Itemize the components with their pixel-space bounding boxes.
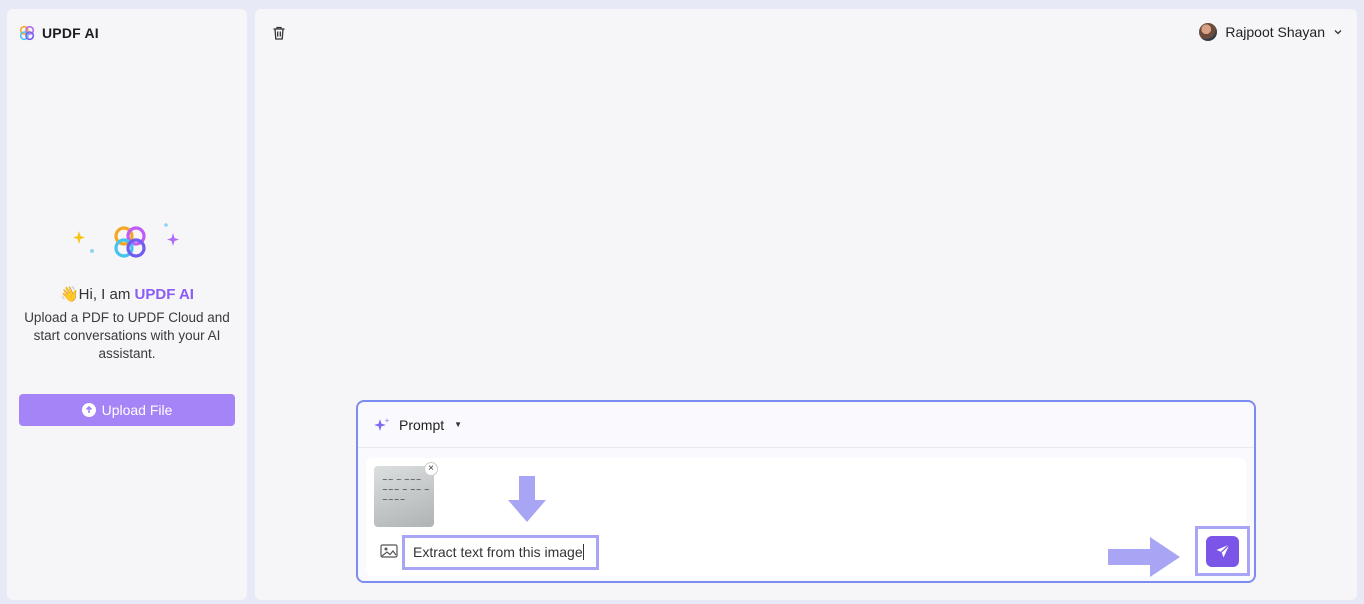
updf-logo-icon (19, 25, 35, 41)
thumbnail-scribble: ~~~~ (382, 496, 406, 504)
hero-logo (67, 217, 187, 267)
trash-icon (273, 26, 285, 40)
thumbnail-scribble: ~~ ~ ~~~ (382, 476, 422, 484)
send-icon (1216, 544, 1230, 558)
message-input[interactable]: Extract text from this image (402, 535, 599, 570)
arrow-down-icon (508, 476, 546, 522)
upload-file-label: Upload File (101, 402, 173, 418)
clear-chat-button[interactable] (271, 25, 287, 46)
prompt-label: Prompt (399, 416, 445, 433)
text-cursor (582, 544, 584, 560)
user-name: Rajpoot Shayan (1225, 24, 1325, 40)
chat-composer: Prompt ▼ ~~ ~ ~~~ ~~~ ~ ~~ ~ ~~~~ × Extr… (356, 400, 1256, 583)
send-button-highlight (1195, 526, 1250, 576)
upload-file-button[interactable]: Upload File (19, 394, 235, 426)
send-button[interactable] (1206, 535, 1239, 567)
chevron-down-icon (1334, 30, 1342, 35)
arrow-right-icon (1108, 537, 1180, 577)
main-panel: Rajpoot Shayan Prompt ▼ ~~ ~ ~~~ ~~~ ~ ~… (255, 9, 1357, 600)
sparkle-icon (374, 417, 390, 431)
brand-name: UPDF AI (42, 25, 99, 41)
close-icon: × (428, 463, 434, 474)
greeting-highlight: UPDF AI (134, 286, 194, 303)
image-icon (380, 544, 398, 558)
remove-image-button[interactable]: × (424, 462, 438, 476)
attached-image-thumbnail[interactable]: ~~ ~ ~~~ ~~~ ~ ~~ ~ ~~~~ (374, 466, 434, 527)
user-menu[interactable]: Rajpoot Shayan (1199, 23, 1343, 41)
sidebar: UPDF AI 👋Hi, I am UPDF AI Upload a PDF t… (7, 9, 247, 600)
avatar (1199, 23, 1218, 41)
greeting-prefix: 👋Hi, I am (60, 286, 135, 303)
message-input-area: ~~ ~ ~~~ ~~~ ~ ~~ ~ ~~~~ × Extract text … (366, 458, 1250, 577)
intro-text: Upload a PDF to UPDF Cloud and start con… (24, 310, 230, 361)
greeting: 👋Hi, I am UPDF AI (7, 285, 247, 303)
caret-down-icon: ▼ (454, 420, 463, 429)
thumbnail-scribble: ~~~ ~ ~~ ~ (382, 486, 430, 494)
add-image-button[interactable] (380, 543, 398, 564)
brand: UPDF AI (19, 25, 99, 41)
message-input-value: Extract text from this image (413, 544, 583, 560)
prompt-dropdown[interactable]: Prompt ▼ (358, 402, 1254, 448)
sparkle-icon (73, 223, 179, 258)
upload-icon (81, 403, 96, 417)
